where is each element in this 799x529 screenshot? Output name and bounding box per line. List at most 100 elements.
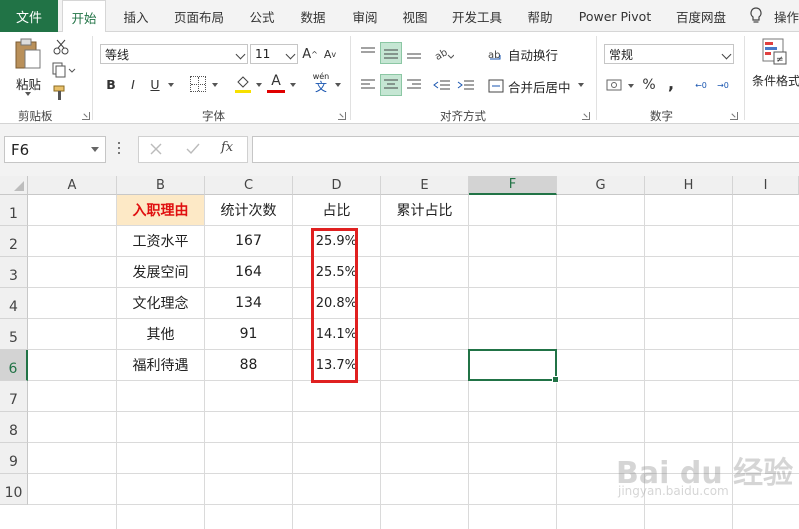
column-header-h[interactable]: H <box>645 176 733 195</box>
cell-c2[interactable]: 167 <box>205 226 292 256</box>
align-bottom-button[interactable] <box>404 42 424 64</box>
row-header-5[interactable]: 5 <box>0 319 28 350</box>
underline-button[interactable]: U <box>146 74 164 94</box>
cell-d1[interactable]: 占比 <box>293 195 380 225</box>
cell-b6[interactable]: 福利待遇 <box>117 350 204 380</box>
ribbon-tab-bar: 文件 开始 插入 页面布局 公式 数据 审阅 视图 开发工具 帮助 Power … <box>0 0 799 33</box>
row-header-9[interactable]: 9 <box>0 443 28 474</box>
tab-home[interactable]: 开始 <box>62 0 106 33</box>
number-launcher-icon[interactable] <box>730 112 738 120</box>
row-header-8[interactable]: 8 <box>0 412 28 443</box>
alignment-launcher-icon[interactable] <box>582 112 590 120</box>
tab-view[interactable]: 视图 <box>394 0 436 32</box>
cancel-icon[interactable] <box>149 142 163 156</box>
orientation-icon: ab <box>433 47 454 61</box>
wrap-text-button[interactable]: ab 自动换行 <box>488 44 568 64</box>
copy-icon[interactable] <box>52 62 76 78</box>
column-header-e[interactable]: E <box>381 176 469 195</box>
tab-page-layout[interactable]: 页面布局 <box>166 0 232 32</box>
cell-c6[interactable]: 88 <box>205 350 292 380</box>
column-header-a[interactable]: A <box>28 176 117 195</box>
cell-b4[interactable]: 文化理念 <box>117 288 204 318</box>
merge-center-button[interactable]: 合并后居中 <box>488 76 588 96</box>
cell-b2[interactable]: 工资水平 <box>117 226 204 256</box>
cut-icon[interactable] <box>52 38 70 56</box>
row-header-7[interactable]: 7 <box>0 381 28 412</box>
decrease-decimal-button[interactable]: →0 <box>714 76 732 94</box>
row-header-2[interactable]: 2 <box>0 226 28 257</box>
tab-help[interactable]: 帮助 <box>518 0 562 32</box>
font-name-combo[interactable]: 等线 <box>100 44 248 64</box>
column-header-i[interactable]: I <box>733 176 799 195</box>
column-header-f[interactable]: F <box>469 176 557 195</box>
align-right-button[interactable] <box>404 74 424 96</box>
comma-button[interactable]: , <box>664 72 678 94</box>
tab-insert[interactable]: 插入 <box>114 0 158 32</box>
font-size-combo[interactable]: 11 <box>250 44 298 64</box>
increase-indent-button[interactable] <box>456 74 476 96</box>
gridline <box>28 411 799 412</box>
clipboard-launcher-icon[interactable] <box>82 112 90 120</box>
row-header-10[interactable]: 10 <box>0 474 28 505</box>
accounting-format-icon[interactable] <box>606 76 624 94</box>
grow-font-button[interactable]: A ^ <box>302 44 318 64</box>
group-separator <box>92 36 93 120</box>
italic-button[interactable]: I <box>124 74 142 94</box>
selected-cell-f6[interactable] <box>468 349 559 383</box>
align-center-button[interactable] <box>380 74 402 96</box>
cell-b1[interactable]: 入职理由 <box>117 195 204 225</box>
formula-input[interactable] <box>252 136 799 163</box>
row-header-3[interactable]: 3 <box>0 257 28 288</box>
tab-power-pivot[interactable]: Power Pivot <box>572 0 658 32</box>
tab-baidu-netdisk[interactable]: 百度网盘 <box>668 0 734 32</box>
align-middle-button[interactable] <box>380 42 402 64</box>
borders-icon[interactable] <box>190 76 206 92</box>
cell-b3[interactable]: 发展空间 <box>117 257 204 287</box>
fill-color-icon[interactable] <box>234 74 252 94</box>
cell-e1[interactable]: 累计占比 <box>381 195 468 225</box>
cell-c4[interactable]: 134 <box>205 288 292 318</box>
tab-formulas[interactable]: 公式 <box>242 0 282 32</box>
column-header-d[interactable]: D <box>293 176 381 195</box>
increase-decimal-button[interactable]: ←0 <box>692 76 710 94</box>
format-painter-icon[interactable] <box>52 85 70 101</box>
tell-me-label[interactable]: 操作 <box>774 0 799 32</box>
font-color-button[interactable]: A <box>268 72 284 90</box>
column-header-g[interactable]: G <box>557 176 645 195</box>
cell-c5[interactable]: 91 <box>205 319 292 349</box>
cell-c1[interactable]: 统计次数 <box>205 195 292 225</box>
percent-button[interactable]: % <box>640 74 658 96</box>
more-options-icon[interactable] <box>118 142 122 156</box>
shrink-font-button[interactable]: Av <box>322 44 338 64</box>
cell-c3[interactable]: 164 <box>205 257 292 287</box>
row-header-1[interactable]: 1 <box>0 195 28 226</box>
align-top-button[interactable] <box>358 42 378 64</box>
tab-developer[interactable]: 开发工具 <box>446 0 508 32</box>
svg-text:ab: ab <box>433 47 449 61</box>
column-header-b[interactable]: B <box>117 176 205 195</box>
cell-b5[interactable]: 其他 <box>117 319 204 349</box>
bold-button[interactable]: B <box>102 74 120 94</box>
tab-file[interactable]: 文件 <box>0 0 58 32</box>
number-format-value: 常规 <box>609 47 634 62</box>
row-header-6[interactable]: 6 <box>0 350 28 381</box>
insert-function-button[interactable]: fx <box>221 140 233 155</box>
align-left-button[interactable] <box>358 74 378 96</box>
font-launcher-icon[interactable] <box>338 112 346 120</box>
phonetic-guide-icon[interactable]: wén 文 <box>310 72 332 96</box>
paste-button[interactable]: 粘贴 <box>10 38 46 96</box>
tab-data[interactable]: 数据 <box>292 0 334 32</box>
tab-review[interactable]: 审阅 <box>344 0 386 32</box>
worksheet-grid[interactable]: A B C D E F G H I 1 2 3 4 5 6 7 8 9 10 入… <box>0 176 799 529</box>
select-all-button[interactable] <box>0 176 28 195</box>
column-header-c[interactable]: C <box>205 176 293 195</box>
row-header-4[interactable]: 4 <box>0 288 28 319</box>
name-box[interactable]: F6 <box>4 136 106 163</box>
number-format-combo[interactable]: 常规 <box>604 44 734 64</box>
orientation-button[interactable]: ab <box>430 42 456 64</box>
enter-icon[interactable] <box>185 142 201 156</box>
decrease-indent-button[interactable] <box>432 74 452 96</box>
lightbulb-icon[interactable] <box>749 7 763 25</box>
conditional-formatting-button[interactable]: ≠ 条件格式 <box>752 38 799 98</box>
increase-indent-icon <box>457 80 474 90</box>
